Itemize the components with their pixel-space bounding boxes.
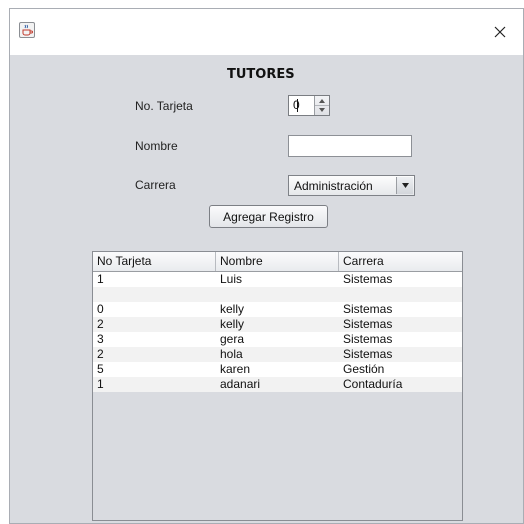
cell-tarjeta: 3 xyxy=(97,332,104,346)
add-record-button[interactable]: Agregar Registro xyxy=(209,205,328,228)
cell-tarjeta: 5 xyxy=(97,362,104,376)
table-row[interactable] xyxy=(93,287,462,302)
cell-nombre: kelly xyxy=(220,317,245,331)
spinner-down-button[interactable] xyxy=(315,105,329,114)
spinner-buttons xyxy=(314,96,329,115)
cell-tarjeta: 2 xyxy=(97,347,104,361)
cell-nombre: karen xyxy=(220,362,251,376)
table-row[interactable]: 2 hola Sistemas xyxy=(93,347,462,362)
cell-tarjeta: 1 xyxy=(97,272,104,286)
column-header-nombre[interactable]: Nombre xyxy=(216,252,339,271)
table-body: 1 Luis Sistemas 0 kelly Sistemas 2 kelly… xyxy=(93,272,462,392)
table-header: No Tarjeta Nombre Carrera xyxy=(93,252,462,272)
column-header-tarjeta[interactable]: No Tarjeta xyxy=(93,252,216,271)
close-icon xyxy=(494,26,506,38)
table-row[interactable]: 1 adanari Contaduría xyxy=(93,377,462,392)
records-table[interactable]: No Tarjeta Nombre Carrera 1 Luis Sistema… xyxy=(92,251,463,521)
table-row[interactable]: 2 kelly Sistemas xyxy=(93,317,462,332)
tarjeta-label: No. Tarjeta xyxy=(135,99,193,113)
dropdown-arrow-button[interactable] xyxy=(396,177,413,194)
cell-nombre: gera xyxy=(220,332,245,346)
title-bar xyxy=(10,9,523,55)
close-button[interactable] xyxy=(477,9,523,55)
nombre-label: Nombre xyxy=(135,139,178,153)
carrera-selected-value: Administración xyxy=(294,179,373,193)
carrera-select[interactable]: Administración xyxy=(288,175,415,196)
cell-nombre: Luis xyxy=(220,272,243,286)
java-cup-icon xyxy=(19,22,35,38)
cell-tarjeta: 1 xyxy=(97,377,104,391)
table-row[interactable]: 3 gera Sistemas xyxy=(93,332,462,347)
nombre-field[interactable] xyxy=(288,135,412,157)
cell-carrera: Gestión xyxy=(343,362,385,376)
form-heading: TUTORES xyxy=(227,67,295,82)
cell-carrera: Contaduría xyxy=(343,377,403,391)
cell-tarjeta: 2 xyxy=(97,317,104,331)
table-row[interactable]: 5 karen Gestión xyxy=(93,362,462,377)
cell-nombre: adanari xyxy=(220,377,261,391)
table-row[interactable]: 0 kelly Sistemas xyxy=(93,302,462,317)
cell-carrera: Sistemas xyxy=(343,347,393,361)
column-header-carrera[interactable]: Carrera xyxy=(339,252,462,271)
cell-nombre: kelly xyxy=(220,302,245,316)
cell-tarjeta: 0 xyxy=(97,302,104,316)
triangle-down-icon xyxy=(319,107,325,112)
carrera-label: Carrera xyxy=(135,178,176,192)
cell-carrera: Sistemas xyxy=(343,332,393,346)
chevron-down-icon xyxy=(401,183,409,188)
text-caret xyxy=(297,99,298,112)
cell-carrera: Sistemas xyxy=(343,302,393,316)
triangle-up-icon xyxy=(319,98,325,103)
tarjeta-spinner[interactable]: 0 xyxy=(288,95,330,116)
desktop-edge xyxy=(0,0,9,524)
cell-nombre: hola xyxy=(220,347,243,361)
cell-carrera: Sistemas xyxy=(343,272,393,286)
cell-carrera: Sistemas xyxy=(343,317,393,331)
app-window: TUTORES No. Tarjeta 0 Nombre Carrera Adm… xyxy=(9,8,524,524)
table-row[interactable]: 1 Luis Sistemas xyxy=(93,272,462,287)
